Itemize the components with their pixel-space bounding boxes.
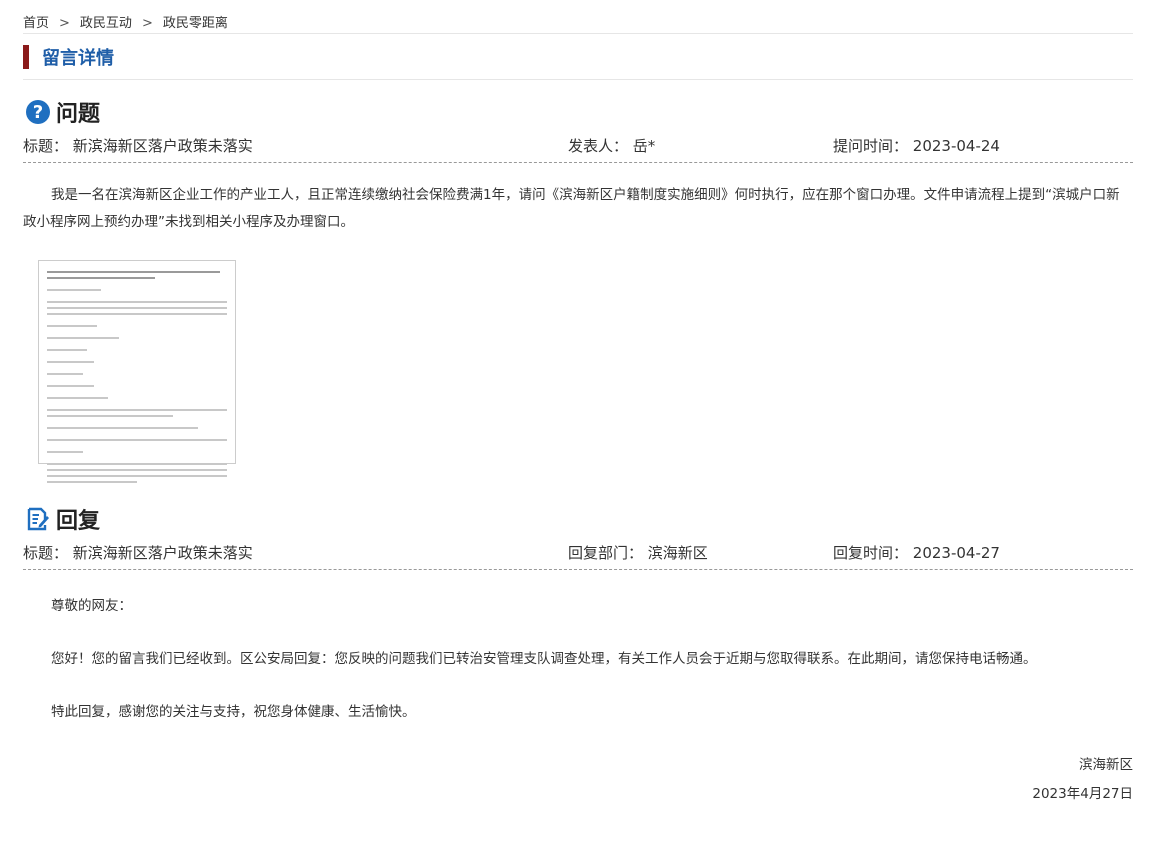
question-title-field: 标题： 新滨海新区落户政策未落实 (23, 135, 253, 156)
reply-greeting: 尊敬的网友： (51, 598, 132, 614)
reply-meta: 标题： 新滨海新区落户政策未落实 回复部门： 滨海新区 回复时间： 2023-0… (23, 534, 1133, 570)
question-author-value: 岳* (632, 137, 656, 155)
reply-title-label: 标题： (23, 544, 69, 562)
reply-date: 2023年4月27日 (1032, 786, 1133, 802)
reply-time-value: 2023-04-27 (912, 544, 1000, 562)
breadcrumb-current-link[interactable]: 政民零距离 (163, 16, 228, 31)
question-author-label: 发表人： (568, 137, 629, 155)
question-heading-text: 问题 (56, 102, 101, 127)
breadcrumb-separator: > (59, 16, 70, 31)
question-title-value: 新滨海新区落户政策未落实 (72, 137, 253, 155)
accent-bar (23, 44, 29, 69)
section-header: 留言详情 (23, 34, 1133, 80)
question-circle-icon: ? (26, 100, 50, 124)
reply-title-field: 标题： 新滨海新区落户政策未落实 (23, 542, 253, 563)
breadcrumb-home-link[interactable]: 首页 (23, 16, 49, 31)
page-content: 首页 > 政民互动 > 政民零距离 留言详情 ? 问题 标题： 新滨海新区落户政策未落实… (23, 0, 1133, 802)
reply-dept-value: 滨海新区 (647, 544, 708, 562)
question-time-field: 提问时间： 2023-04-24 (833, 135, 1000, 156)
question-meta: 标题： 新滨海新区落户政策未落实 发表人： 岳* 提问时间： 2023-04-2… (23, 127, 1133, 163)
reply-dept-label: 回复部门： (568, 544, 644, 562)
question-time-value: 2023-04-24 (912, 137, 1000, 155)
reply-signature: 滨海新区 (1079, 757, 1133, 773)
reply-body: 尊敬的网友： 您好！您的留言我们已经收到。区公安局回复：您反映的问题我们已转治安… (51, 594, 1133, 720)
question-body: 我是一名在滨海新区企业工作的产业工人，且正常连续缴纳社会保险费满1年，请问《滨海… (23, 187, 1120, 230)
question-time-label: 提问时间： (833, 137, 909, 155)
edit-note-icon (26, 507, 50, 531)
question-title-label: 标题： (23, 137, 69, 155)
reply-heading: 回复 (23, 504, 1133, 534)
document-thumbnail[interactable] (38, 260, 236, 483)
breadcrumb-separator: > (141, 16, 153, 31)
question-author-field: 发表人： 岳* (568, 135, 655, 156)
breadcrumb-interaction-link[interactable]: 政民互动 (80, 16, 132, 31)
reply-time-label: 回复时间： (833, 544, 909, 562)
question-heading: ? 问题 (23, 97, 1133, 127)
reply-heading-text: 回复 (56, 509, 101, 534)
section-title: 留言详情 (42, 47, 114, 69)
reply-content: 您好！您的留言我们已经收到。区公安局回复：您反映的问题我们已转治安管理支队调查处… (51, 651, 1037, 667)
reply-title-value: 新滨海新区落户政策未落实 (72, 544, 253, 562)
reply-time-field: 回复时间： 2023-04-27 (833, 542, 1000, 563)
reply-closing: 特此回复，感谢您的关注与支持，祝您身体健康、生活愉快。 (51, 704, 416, 720)
breadcrumb: 首页 > 政民互动 > 政民零距离 (23, 0, 1133, 34)
reply-dept-field: 回复部门： 滨海新区 (568, 542, 708, 563)
